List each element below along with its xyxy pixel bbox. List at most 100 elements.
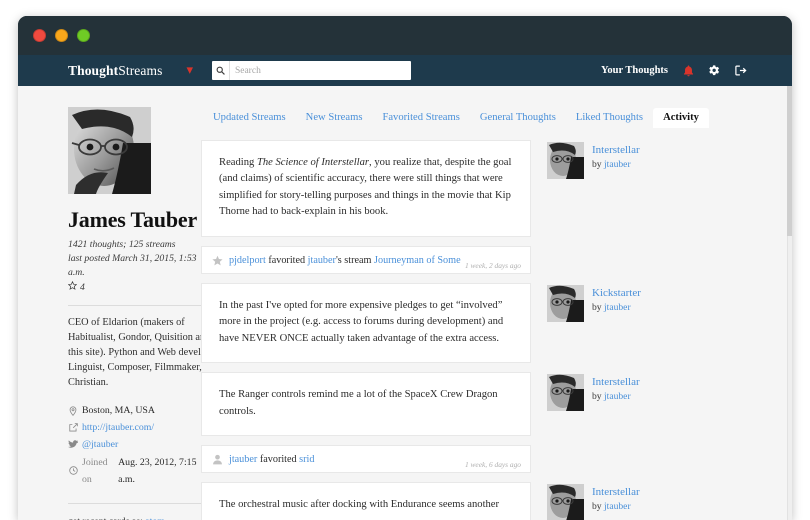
- tab-updated-streams[interactable]: Updated Streams: [203, 108, 296, 128]
- author-link[interactable]: jtauber: [604, 391, 631, 402]
- star-icon: [212, 255, 223, 266]
- activity-timestamp: 1 week, 2 days ago: [464, 260, 521, 270]
- close-window-button[interactable]: [33, 29, 46, 42]
- author-link[interactable]: jtauber: [604, 302, 631, 313]
- site-brand[interactable]: ThoughtStreams: [68, 63, 162, 79]
- target-user-link[interactable]: jtauber: [308, 255, 336, 266]
- star-icon: [67, 281, 78, 293]
- location-text: Boston, MA, USA: [82, 405, 155, 417]
- page-viewport: ThoughtStreams ▾ Your Thoughts: [18, 55, 792, 520]
- activity-timestamp: 1 week, 6 days ago: [464, 460, 521, 470]
- chevron-down-icon[interactable]: ▾: [186, 64, 193, 77]
- tab-new-streams[interactable]: New Streams: [296, 108, 373, 128]
- activity-row[interactable]: jtauber favorited srid 1 week, 6 days ag…: [201, 444, 531, 474]
- star-count-row: 4: [67, 281, 201, 293]
- stream-link[interactable]: Interstellar: [592, 143, 640, 158]
- minimize-window-button[interactable]: [55, 29, 68, 42]
- by-prefix: by: [592, 301, 604, 313]
- bell-icon[interactable]: [683, 64, 694, 77]
- stream-info: Interstellar by jtauber: [531, 482, 640, 520]
- thought-card[interactable]: In the past I've opted for more expensiv…: [201, 282, 531, 364]
- logout-icon[interactable]: [735, 65, 747, 76]
- brand-light: Streams: [118, 62, 163, 78]
- navbar-right-group: Your Thoughts: [601, 64, 747, 77]
- stream-info: Kickstarter by jtauber: [531, 283, 641, 322]
- user-icon: [212, 454, 223, 465]
- recent-cards-row: get recent cards as: atom: [68, 516, 201, 520]
- sidebar-divider-top: [68, 305, 223, 307]
- activity-verb: favorited: [257, 453, 300, 465]
- traffic-lights: [33, 29, 90, 42]
- card-text-pre: The orchestral music after docking with …: [219, 499, 500, 511]
- stream-link[interactable]: Kickstarter: [592, 286, 641, 301]
- twitter-link[interactable]: @jtauber: [82, 436, 118, 453]
- target-suffix: 's stream: [335, 254, 375, 266]
- actor-link[interactable]: pjdelport: [229, 255, 266, 266]
- feed-item: pjdelport favorited jtauber's stream Jou…: [201, 245, 792, 274]
- joined-date: Aug. 23, 2012, 7:15 a.m.: [118, 456, 197, 485]
- stream-link[interactable]: Interstellar: [592, 375, 640, 390]
- activity-row[interactable]: pjdelport favorited jtauber's stream Jou…: [201, 245, 531, 274]
- profile-stats: 1421 thoughts; 125 streams last posted M…: [68, 238, 201, 279]
- fact-website: http://jtauber.com/: [68, 419, 201, 436]
- stream-author-line: by jtauber: [592, 158, 640, 172]
- last-posted-date: last posted March 31, 2015, 1:53 a.m.: [68, 252, 197, 278]
- author-link[interactable]: jtauber: [604, 501, 631, 512]
- avatar: [547, 284, 584, 322]
- thought-card[interactable]: The Ranger controls remind me a lot of t…: [201, 372, 531, 436]
- feed-item: jtauber favorited srid 1 week, 6 days ag…: [201, 444, 792, 474]
- stream-author-line: by jtauber: [592, 500, 640, 514]
- card-text-pre: In the past I've opted for more expensiv…: [219, 299, 504, 344]
- tab-favorited-streams[interactable]: Favorited Streams: [372, 108, 469, 128]
- brand-bold: Thought: [68, 62, 119, 78]
- card-text-pre: The Ranger controls remind me a lot of t…: [219, 389, 498, 417]
- website-link[interactable]: http://jtauber.com/: [82, 419, 154, 436]
- scrollbar-thumb[interactable]: [787, 86, 792, 236]
- tab-general-thoughts[interactable]: General Thoughts: [470, 108, 566, 128]
- avatar: [547, 142, 584, 179]
- fact-twitter: @jtauber: [68, 436, 201, 453]
- activity-verb: favorited: [265, 254, 308, 266]
- location-pin-icon: [68, 406, 78, 416]
- your-thoughts-link[interactable]: Your Thoughts: [601, 65, 668, 76]
- thought-card[interactable]: Reading The Science of Interstellar, you…: [201, 140, 531, 237]
- tab-liked-thoughts[interactable]: Liked Thoughts: [566, 108, 653, 128]
- target-user-link[interactable]: srid: [299, 454, 314, 465]
- atom-feed-link[interactable]: atom: [145, 516, 165, 520]
- browser-window: ThoughtStreams ▾ Your Thoughts: [18, 16, 792, 520]
- feed-item: The Ranger controls remind me a lot of t…: [201, 372, 792, 436]
- target-stream-link[interactable]: Journeyman of Some: [374, 255, 461, 266]
- profile-sidebar: James Tauber 1421 thoughts; 125 streams …: [18, 86, 223, 520]
- by-prefix: by: [592, 158, 604, 170]
- tab-bar: Updated Streams New Streams Favorited St…: [201, 108, 792, 128]
- window-titlebar: [18, 16, 792, 55]
- author-link[interactable]: jtauber: [604, 159, 631, 170]
- search-box[interactable]: [211, 61, 411, 80]
- stream-info: Interstellar by jtauber: [531, 140, 640, 179]
- gear-icon[interactable]: [709, 65, 720, 76]
- twitter-icon: [68, 440, 78, 449]
- maximize-window-button[interactable]: [77, 29, 90, 42]
- tab-activity[interactable]: Activity: [653, 108, 709, 128]
- external-link-icon: [68, 423, 78, 432]
- sidebar-divider-bottom: [68, 502, 223, 504]
- page-scrollbar[interactable]: [787, 86, 792, 520]
- activity-sentence: jtauber favorited srid: [229, 453, 314, 466]
- avatar: [547, 374, 584, 412]
- stream-text: Interstellar by jtauber: [592, 484, 640, 514]
- activity-sentence: pjdelport favorited jtauber's stream Jou…: [229, 254, 461, 267]
- site-navbar: ThoughtStreams ▾ Your Thoughts: [18, 55, 792, 86]
- thought-card[interactable]: The orchestral music after docking with …: [201, 482, 531, 520]
- fact-joined: Joined on Aug. 23, 2012, 7:15 a.m.: [68, 454, 201, 488]
- avatar: [68, 107, 151, 194]
- actor-link[interactable]: jtauber: [229, 454, 257, 465]
- page-title: James Tauber: [68, 207, 198, 232]
- main-column: Updated Streams New Streams Favorited St…: [201, 86, 792, 520]
- stream-link[interactable]: Interstellar: [592, 485, 640, 500]
- avatar: [547, 484, 584, 520]
- stream-info: Interstellar by jtauber: [531, 372, 640, 412]
- search-input[interactable]: [229, 61, 411, 80]
- thought-stream-counts: 1421 thoughts; 125 streams: [68, 239, 176, 251]
- search-icon: [212, 61, 230, 80]
- joined-prefix: Joined on: [82, 456, 108, 485]
